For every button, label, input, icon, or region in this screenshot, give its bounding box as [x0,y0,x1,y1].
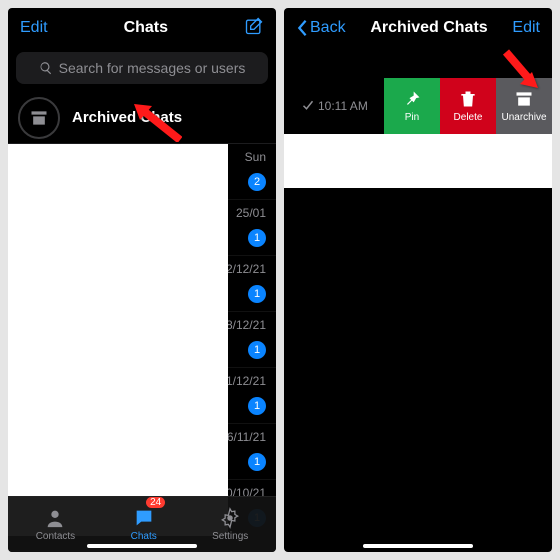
nav-title: Chats [48,19,244,37]
edit-button[interactable]: Edit [512,19,540,37]
nav-bar: Back Archived Chats Edit [284,8,552,48]
search-icon [39,61,53,75]
pin-label: Pin [405,112,419,123]
trash-icon [458,89,478,109]
search-placeholder: Search for messages or users [59,60,246,76]
settings-icon [218,507,242,529]
back-button[interactable]: Back [296,19,346,37]
unread-badge: 1 [248,341,266,359]
archived-chats-row[interactable]: Archived Chats [8,92,276,144]
nav-bar: Edit Chats [8,8,276,48]
pin-icon [402,89,422,109]
edit-button[interactable]: Edit [20,19,48,37]
redaction-overlay [284,134,552,188]
unarchive-label: Unarchive [501,112,546,123]
unread-badge: 1 [248,229,266,247]
contacts-icon [43,507,67,529]
read-check-icon [302,99,314,114]
chat-list[interactable]: Sune toal...225/01122/12/21108/12/21101/… [8,144,276,536]
unread-badge: 1 [248,397,266,415]
tab-settings-label: Settings [212,531,248,542]
archived-chat-row[interactable]: 10:11 AM Pin Delete Unarchive [284,78,552,134]
archived-chats-label: Archived Chats [72,109,182,126]
chat-date: Sun [245,150,266,164]
home-indicator [87,544,197,548]
right-screenshot: Back Archived Chats Edit 10:11 AM Pin De… [284,8,552,552]
home-indicator [363,544,473,548]
search-input[interactable]: Search for messages or users [16,52,268,84]
left-screenshot: Edit Chats Search for messages or users … [8,8,276,552]
chats-icon [132,507,156,529]
unarchive-icon [514,89,534,109]
tab-chats-label: Chats [131,531,157,542]
delete-label: Delete [454,112,483,123]
chat-date: 25/01 [236,206,266,220]
row-timestamp: 10:11 AM [302,99,368,114]
compose-icon [244,16,264,36]
unread-badge: 2 [248,173,266,191]
tab-chats[interactable]: 24 Chats [131,507,157,542]
unread-badge: 1 [248,285,266,303]
unread-badge: 1 [248,453,266,471]
tab-settings[interactable]: Settings [212,507,248,542]
row-time-label: 10:11 AM [318,99,368,113]
nav-title: Archived Chats [346,19,513,37]
tab-contacts[interactable]: Contacts [36,507,75,542]
unarchive-button[interactable]: Unarchive [496,78,552,134]
compose-button[interactable] [244,16,264,41]
tab-contacts-label: Contacts [36,531,75,542]
delete-button[interactable]: Delete [440,78,496,134]
archive-icon [18,97,60,139]
back-label: Back [310,19,346,37]
chats-badge: 24 [146,497,165,508]
pin-button[interactable]: Pin [384,78,440,134]
redaction-overlay [8,144,228,536]
chevron-left-icon [296,19,308,37]
